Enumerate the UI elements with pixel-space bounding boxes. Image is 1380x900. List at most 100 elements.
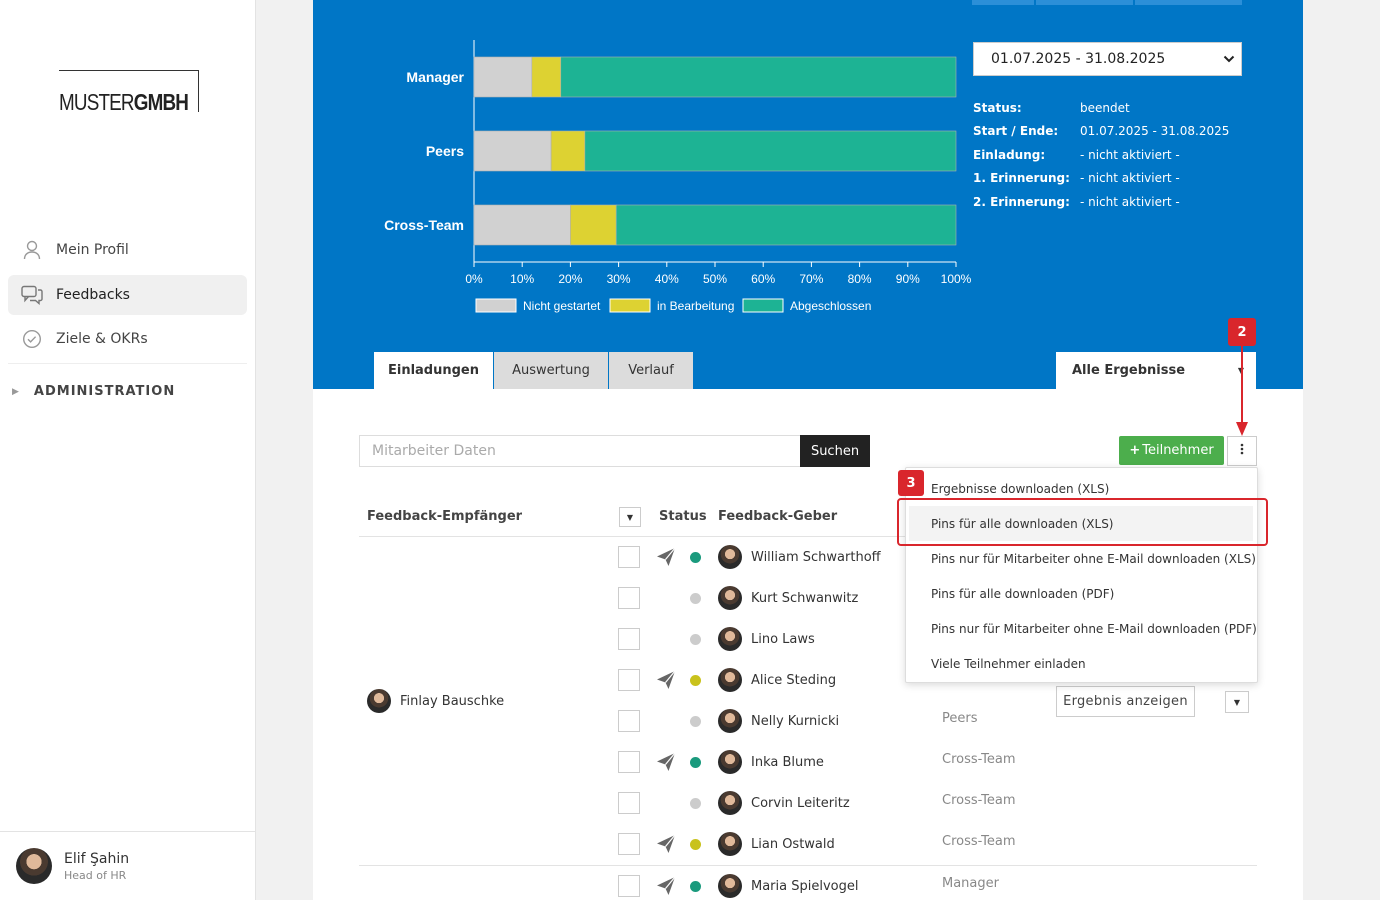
search-input[interactable]: Mitarbeiter Daten <box>359 435 801 467</box>
tab-verlauf[interactable]: Verlauf <box>609 352 693 389</box>
status-indicator <box>690 838 701 850</box>
menu-item-invite-many[interactable]: Viele Teilnehmer einladen <box>906 646 1257 681</box>
avatar <box>16 848 52 884</box>
row-checkbox[interactable] <box>618 833 640 855</box>
info-key: 1. Erinnerung: <box>973 171 1070 186</box>
row-checkbox[interactable] <box>618 710 640 732</box>
bulk-select-dropdown[interactable]: ▼ <box>619 507 641 527</box>
row-checkbox[interactable] <box>618 628 640 650</box>
table-row: Maria Spielvogel <box>618 871 858 900</box>
info-value: - nicht aktiviert - <box>1080 194 1180 209</box>
bar-segment <box>473 130 552 172</box>
user-name: Elif Şahin <box>64 850 130 867</box>
avatar <box>718 832 742 856</box>
giver-name: Inka Blume <box>751 754 824 770</box>
nav-item-ziele-okrs[interactable]: Ziele & OKRs <box>8 319 247 359</box>
giver-name: Nelly Kurnicki <box>751 713 840 729</box>
row-checkbox[interactable] <box>618 792 640 814</box>
row-checkbox[interactable] <box>618 875 640 897</box>
tab-einladungen[interactable]: Einladungen <box>374 352 493 389</box>
row-checkbox[interactable] <box>618 669 640 691</box>
header-button[interactable] <box>1036 0 1133 5</box>
nav-label: Feedbacks <box>56 287 130 303</box>
add-participants-label: Teilnehmer <box>1142 443 1214 458</box>
giver-name: Lian Ostwald <box>751 836 835 852</box>
search-placeholder: Mitarbeiter Daten <box>372 443 496 459</box>
info-key: 2. Erinnerung: <box>973 194 1070 209</box>
feedback-giver: Alice Steding <box>718 668 836 692</box>
column-header-recipient: Feedback-Empfänger <box>367 509 523 524</box>
avatar <box>718 586 742 610</box>
feedback-giver: Kurt Schwanwitz <box>718 586 858 610</box>
more-options-button[interactable] <box>1227 436 1257 466</box>
nav-label: Ziele & OKRs <box>56 331 148 347</box>
status-indicator <box>690 880 701 892</box>
x-tick-label: 90% <box>896 272 920 286</box>
legend-label: in Bearbeitung <box>657 299 734 313</box>
add-participants-button[interactable]: + Teilnehmer <box>1119 436 1224 465</box>
giver-name: William Schwarthoff <box>751 549 881 565</box>
logo-text-thin: MUSTER <box>59 89 135 115</box>
menu-item-pins-no-email-xls[interactable]: Pins nur für Mitarbeiter ohne E-Mail dow… <box>906 541 1257 576</box>
show-result-button[interactable]: Ergebnis anzeigen <box>1056 686 1195 717</box>
results-filter-value: Alle Ergebnisse <box>1072 363 1186 378</box>
row-checkbox[interactable] <box>618 546 640 568</box>
send-icon <box>657 834 676 853</box>
result-options-dropdown[interactable]: ▼ <box>1225 691 1249 713</box>
callout-badge-2: 2 <box>1228 318 1256 346</box>
period-select[interactable]: 01.07.2025 - 31.08.2025 <box>973 42 1242 76</box>
giver-name: Kurt Schwanwitz <box>751 590 859 606</box>
admin-label: ADMINISTRATION <box>33 384 176 399</box>
menu-item-pins-no-email-pdf[interactable]: Pins nur für Mitarbeiter ohne E-Mail dow… <box>906 611 1257 646</box>
avatar <box>718 545 742 569</box>
results-filter-select[interactable]: Alle Ergebnisse ▼ <box>1056 352 1256 389</box>
menu-item-pins-all-pdf[interactable]: Pins für alle downloaden (PDF) <box>906 576 1257 611</box>
category-label: Cross-Team <box>384 217 464 233</box>
avatar <box>718 750 742 774</box>
feedback-group: Cross-Team <box>942 752 1016 767</box>
current-user[interactable]: Elif Şahin Head of HR <box>0 831 255 900</box>
row-checkbox[interactable] <box>618 751 640 773</box>
x-tick-label: 80% <box>848 272 872 286</box>
avatar <box>718 627 742 651</box>
feedback-recipient: Finlay Bauschke <box>367 689 504 713</box>
feedback-giver: Corvin Leiteritz <box>718 791 850 815</box>
send-icon <box>657 670 676 689</box>
survey-info: Status: beendet Start / Ende: 01.07.2025 -… <box>973 96 1229 214</box>
status-indicator <box>690 551 701 563</box>
status-indicator <box>690 756 701 768</box>
feedback-giver: Lino Laws <box>718 627 815 651</box>
period-value: 01.07.2025 - 31.08.2025 <box>991 51 1166 67</box>
bar-segment <box>531 56 562 98</box>
nav-item-mein-profil[interactable]: Mein Profil <box>8 230 247 270</box>
info-value: - nicht aktiviert - <box>1080 147 1180 162</box>
feedback-group: Manager <box>942 876 999 891</box>
category-label: Peers <box>426 143 464 159</box>
chat-icon <box>8 285 56 305</box>
tab-auswertung[interactable]: Auswertung <box>494 352 608 389</box>
nav-item-feedbacks[interactable]: Feedbacks <box>8 275 247 315</box>
x-tick-label: 100% <box>941 272 972 286</box>
legend-swatch <box>475 298 517 313</box>
status-indicator <box>690 797 701 809</box>
table-row: Corvin Leiteritz <box>618 788 850 818</box>
status-indicator <box>690 674 701 686</box>
feedback-giver: Lian Ostwald <box>718 832 835 856</box>
header-button[interactable] <box>1135 0 1242 5</box>
callout-badge-3: 3 <box>898 470 924 496</box>
avatar <box>718 791 742 815</box>
bar-segment <box>615 204 957 246</box>
recipient-name: Finlay Bauschke <box>400 693 505 709</box>
info-key: Start / Ende: <box>973 124 1059 139</box>
x-tick-label: 50% <box>703 272 727 286</box>
bar-segment <box>550 130 586 172</box>
search-button[interactable]: Suchen <box>800 435 870 467</box>
legend-swatch <box>609 298 651 313</box>
giver-name: Alice Steding <box>751 672 837 688</box>
row-checkbox[interactable] <box>618 587 640 609</box>
nav-section-administration[interactable]: ▶ ADMINISTRATION <box>12 384 175 399</box>
user-role: Head of HR <box>64 868 127 882</box>
plus-icon: + <box>1129 443 1141 458</box>
company-logo[interactable]: MUSTERGMBH <box>59 70 199 115</box>
legend-swatch <box>742 298 784 313</box>
